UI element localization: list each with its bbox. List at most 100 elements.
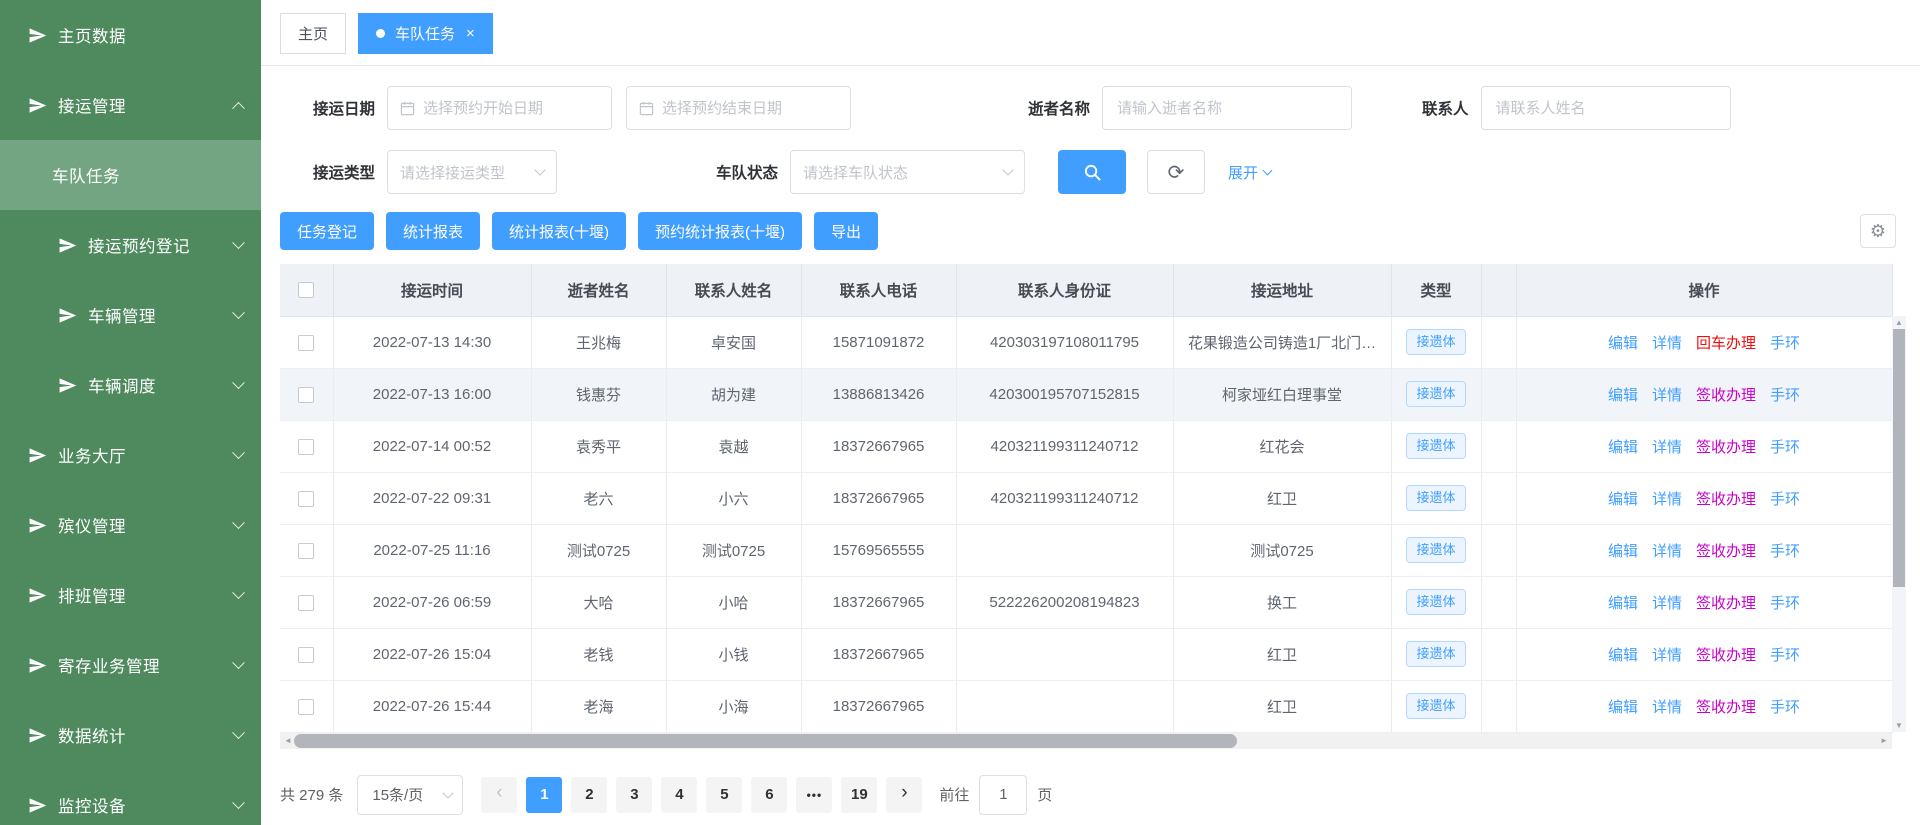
close-icon[interactable]: ×: [466, 26, 475, 41]
edit-link[interactable]: 编辑: [1608, 595, 1638, 612]
sidebar-item[interactable]: 寄存业务管理: [0, 630, 261, 700]
edit-link[interactable]: 编辑: [1608, 335, 1638, 352]
sidebar-item[interactable]: 排班管理: [0, 560, 261, 630]
process-link[interactable]: 签收办理: [1696, 699, 1756, 716]
row-checkbox[interactable]: [298, 699, 314, 715]
wristband-link[interactable]: 手环: [1770, 699, 1800, 716]
chevron-icon: [232, 586, 245, 599]
process-link[interactable]: 签收办理: [1696, 543, 1756, 560]
toolbar-button[interactable]: 统计报表: [386, 212, 480, 250]
end-date-input[interactable]: [626, 86, 851, 130]
horizontal-scroll-thumb[interactable]: [294, 734, 1237, 748]
select-all-checkbox[interactable]: [298, 282, 314, 298]
toolbar-button[interactable]: 导出: [814, 212, 878, 250]
page-button[interactable]: 19: [841, 777, 877, 813]
edit-link[interactable]: 编辑: [1608, 543, 1638, 560]
row-checkbox[interactable]: [298, 647, 314, 663]
sidebar-item[interactable]: 数据统计: [0, 700, 261, 770]
process-link[interactable]: 签收办理: [1696, 647, 1756, 664]
calendar-icon: [400, 101, 415, 116]
sidebar-item[interactable]: 主页数据: [0, 0, 261, 70]
horizontal-scrollbar[interactable]: ◄ ►: [280, 733, 1892, 749]
row-checkbox[interactable]: [298, 543, 314, 559]
expand-toggle[interactable]: 展开: [1228, 162, 1271, 183]
detail-link[interactable]: 详情: [1652, 439, 1682, 456]
page-button[interactable]: 1: [526, 777, 562, 813]
paper-plane-icon: [28, 26, 47, 45]
vertical-scrollbar[interactable]: ▲ ▼: [1892, 316, 1906, 732]
toolbar-button[interactable]: 统计报表(十堰): [492, 212, 626, 250]
row-checkbox[interactable]: [298, 387, 314, 403]
page-button[interactable]: 6: [751, 777, 787, 813]
sidebar-item[interactable]: 接运预约登记: [0, 210, 261, 280]
wristband-link[interactable]: 手环: [1770, 543, 1800, 560]
row-checkbox[interactable]: [298, 439, 314, 455]
next-page-button[interactable]: ›: [886, 777, 922, 813]
scroll-down-icon[interactable]: ▼: [1892, 719, 1906, 732]
table-settings-button[interactable]: ⚙: [1860, 214, 1896, 248]
detail-link[interactable]: 详情: [1652, 595, 1682, 612]
toolbar-button[interactable]: 任务登记: [280, 212, 374, 250]
search-button[interactable]: [1058, 150, 1126, 194]
fleet-status-select[interactable]: 请选择车队状态: [790, 150, 1025, 194]
scroll-right-icon[interactable]: ►: [1876, 733, 1892, 749]
contact-name-input[interactable]: [1481, 86, 1731, 130]
column-header: 联系人姓名: [666, 264, 801, 316]
detail-link[interactable]: 详情: [1652, 387, 1682, 404]
pager-ellipsis[interactable]: •••: [796, 777, 832, 813]
wristband-link[interactable]: 手环: [1770, 439, 1800, 456]
detail-link[interactable]: 详情: [1652, 491, 1682, 508]
process-link[interactable]: 签收办理: [1696, 595, 1756, 612]
row-checkbox[interactable]: [298, 491, 314, 507]
sidebar-item[interactable]: 接运管理: [0, 70, 261, 140]
sidebar-item[interactable]: 监控设备: [0, 770, 261, 825]
wristband-link[interactable]: 手环: [1770, 335, 1800, 352]
sidebar-item[interactable]: 业务大厅: [0, 420, 261, 490]
wristband-link[interactable]: 手环: [1770, 491, 1800, 508]
page-button[interactable]: 5: [706, 777, 742, 813]
chevron-icon: [232, 656, 245, 669]
process-link[interactable]: 签收办理: [1696, 439, 1756, 456]
edit-link[interactable]: 编辑: [1608, 491, 1638, 508]
detail-link[interactable]: 详情: [1652, 543, 1682, 560]
row-checkbox[interactable]: [298, 335, 314, 351]
edit-link[interactable]: 编辑: [1608, 439, 1638, 456]
process-link[interactable]: 签收办理: [1696, 387, 1756, 404]
start-date-input[interactable]: [387, 86, 612, 130]
prev-page-button[interactable]: ‹: [481, 777, 517, 813]
deceased-cell: 袁秀平: [576, 439, 621, 456]
scroll-up-icon[interactable]: ▲: [1892, 316, 1906, 329]
row-checkbox[interactable]: [298, 595, 314, 611]
page-button[interactable]: 3: [616, 777, 652, 813]
sidebar-item[interactable]: 车辆管理: [0, 280, 261, 350]
detail-link[interactable]: 详情: [1652, 335, 1682, 352]
wristband-link[interactable]: 手环: [1770, 647, 1800, 664]
edit-link[interactable]: 编辑: [1608, 387, 1638, 404]
page-button[interactable]: 4: [661, 777, 697, 813]
contact-cell: 小海: [718, 699, 748, 716]
id-card-cell: 420321199311240712: [991, 490, 1139, 507]
wristband-link[interactable]: 手环: [1770, 595, 1800, 612]
paper-plane-icon: [28, 96, 47, 115]
process-link[interactable]: 回车办理: [1696, 335, 1756, 352]
sidebar-item[interactable]: 殡仪管理: [0, 490, 261, 560]
edit-link[interactable]: 编辑: [1608, 699, 1638, 716]
toolbar-button[interactable]: 预约统计报表(十堰): [638, 212, 802, 250]
toolbar: 任务登记统计报表统计报表(十堰) 预约统计报表(十堰) 导出: [280, 212, 1920, 250]
vertical-scroll-thumb[interactable]: [1893, 329, 1905, 587]
tab[interactable]: 主页: [280, 13, 346, 54]
process-link[interactable]: 签收办理: [1696, 491, 1756, 508]
tab[interactable]: 车队任务 ×: [358, 13, 493, 54]
deceased-name-input[interactable]: [1102, 86, 1352, 130]
detail-link[interactable]: 详情: [1652, 699, 1682, 716]
goto-page-input[interactable]: [979, 775, 1027, 815]
edit-link[interactable]: 编辑: [1608, 647, 1638, 664]
sidebar-item[interactable]: 车辆调度: [0, 350, 261, 420]
page-size-select[interactable]: 15条/页: [357, 775, 463, 815]
sidebar-item[interactable]: 车队任务: [0, 140, 261, 210]
page-button[interactable]: 2: [571, 777, 607, 813]
wristband-link[interactable]: 手环: [1770, 387, 1800, 404]
detail-link[interactable]: 详情: [1652, 647, 1682, 664]
refresh-button[interactable]: ⟳: [1147, 150, 1205, 194]
pickup-type-select[interactable]: 请选择接运类型: [387, 150, 557, 194]
